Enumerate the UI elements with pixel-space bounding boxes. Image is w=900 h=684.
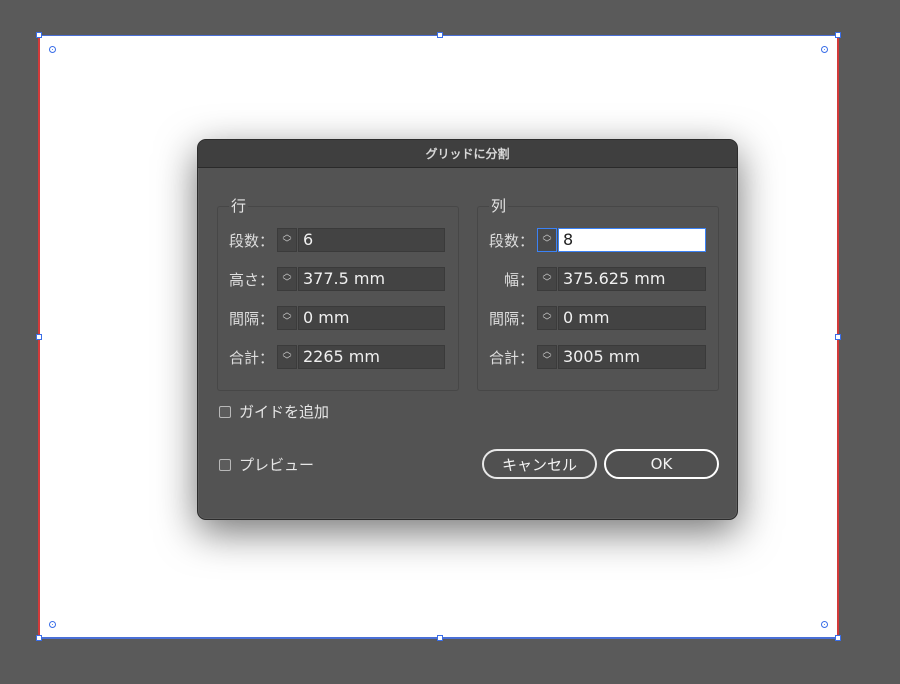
down-chevron-icon: ﹀ xyxy=(282,239,292,249)
rows-gutter-label: 間隔： xyxy=(228,310,274,328)
columns-width-input[interactable]: 375.625 mm xyxy=(558,267,706,291)
ok-button[interactable]: OK xyxy=(604,449,719,479)
add-guides-checkbox-row[interactable]: ガイドを追加 xyxy=(219,401,329,422)
down-chevron-icon: ﹀ xyxy=(282,278,292,288)
columns-total-input[interactable]: 3005 mm xyxy=(558,345,706,369)
columns-gutter-label: 間隔： xyxy=(488,310,534,328)
rows-height-spinner[interactable]: ︿ ﹀ xyxy=(277,267,297,291)
rows-total-spinner[interactable]: ︿ ﹀ xyxy=(277,345,297,369)
columns-count-label: 段数： xyxy=(488,232,534,250)
columns-gutter-spinner[interactable]: ︿ ﹀ xyxy=(537,306,557,330)
selection-handle-top-center[interactable] xyxy=(437,32,443,38)
dialog-title: グリッドに分割 xyxy=(198,140,737,168)
rows-gutter-spinner[interactable]: ︿ ﹀ xyxy=(277,306,297,330)
rows-count-input[interactable]: 6 xyxy=(298,228,445,252)
add-guides-label: ガイドを追加 xyxy=(239,403,330,421)
down-chevron-icon: ﹀ xyxy=(542,278,552,288)
cancel-button[interactable]: キャンセル xyxy=(482,449,597,479)
corner-widget-icon[interactable] xyxy=(49,621,56,628)
selection-handle-bottom-right[interactable] xyxy=(835,635,841,641)
columns-gutter-input[interactable]: 0 mm xyxy=(558,306,706,330)
columns-width-spinner[interactable]: ︿ ﹀ xyxy=(537,267,557,291)
rows-gutter-input[interactable]: 0 mm xyxy=(298,306,445,330)
down-chevron-icon: ﹀ xyxy=(282,356,292,366)
columns-width-label: 幅： xyxy=(503,271,534,289)
columns-count-spinner[interactable]: ︿ ﹀ xyxy=(537,228,557,252)
columns-total-label: 合計： xyxy=(488,349,534,367)
preview-checkbox-row[interactable]: プレビュー xyxy=(219,454,314,475)
selection-handle-middle-left[interactable] xyxy=(36,334,42,340)
selection-handle-top-left[interactable] xyxy=(36,32,42,38)
corner-widget-icon[interactable] xyxy=(821,46,828,53)
preview-label: プレビュー xyxy=(239,456,315,474)
selection-handle-bottom-center[interactable] xyxy=(437,635,443,641)
rows-total-input[interactable]: 2265 mm xyxy=(298,345,445,369)
selection-handle-bottom-left[interactable] xyxy=(36,635,42,641)
rows-height-label: 高さ： xyxy=(228,271,274,289)
down-chevron-icon: ﹀ xyxy=(282,317,292,327)
rows-count-spinner[interactable]: ︿ ﹀ xyxy=(277,228,297,252)
columns-count-input[interactable]: 8 xyxy=(558,228,706,252)
columns-group-title: 列 xyxy=(489,195,509,216)
corner-widget-icon[interactable] xyxy=(821,621,828,628)
rows-height-input[interactable]: 377.5 mm xyxy=(298,267,445,291)
down-chevron-icon: ﹀ xyxy=(542,356,552,366)
corner-widget-icon[interactable] xyxy=(49,46,56,53)
selection-handle-middle-right[interactable] xyxy=(835,334,841,340)
rows-count-label: 段数： xyxy=(228,232,274,250)
columns-total-spinner[interactable]: ︿ ﹀ xyxy=(537,345,557,369)
selection-handle-top-right[interactable] xyxy=(835,32,841,38)
split-into-grid-dialog: グリッドに分割 行 段数： ︿ ﹀ 6 高さ： ︿ ﹀ 377.5 mm 間隔： ︿… xyxy=(197,139,738,520)
preview-checkbox[interactable] xyxy=(219,458,231,471)
down-chevron-icon: ﹀ xyxy=(542,317,552,327)
add-guides-checkbox[interactable] xyxy=(219,405,231,418)
rows-group-title: 行 xyxy=(229,195,249,216)
down-chevron-icon: ﹀ xyxy=(542,239,552,249)
rows-total-label: 合計： xyxy=(228,349,274,367)
